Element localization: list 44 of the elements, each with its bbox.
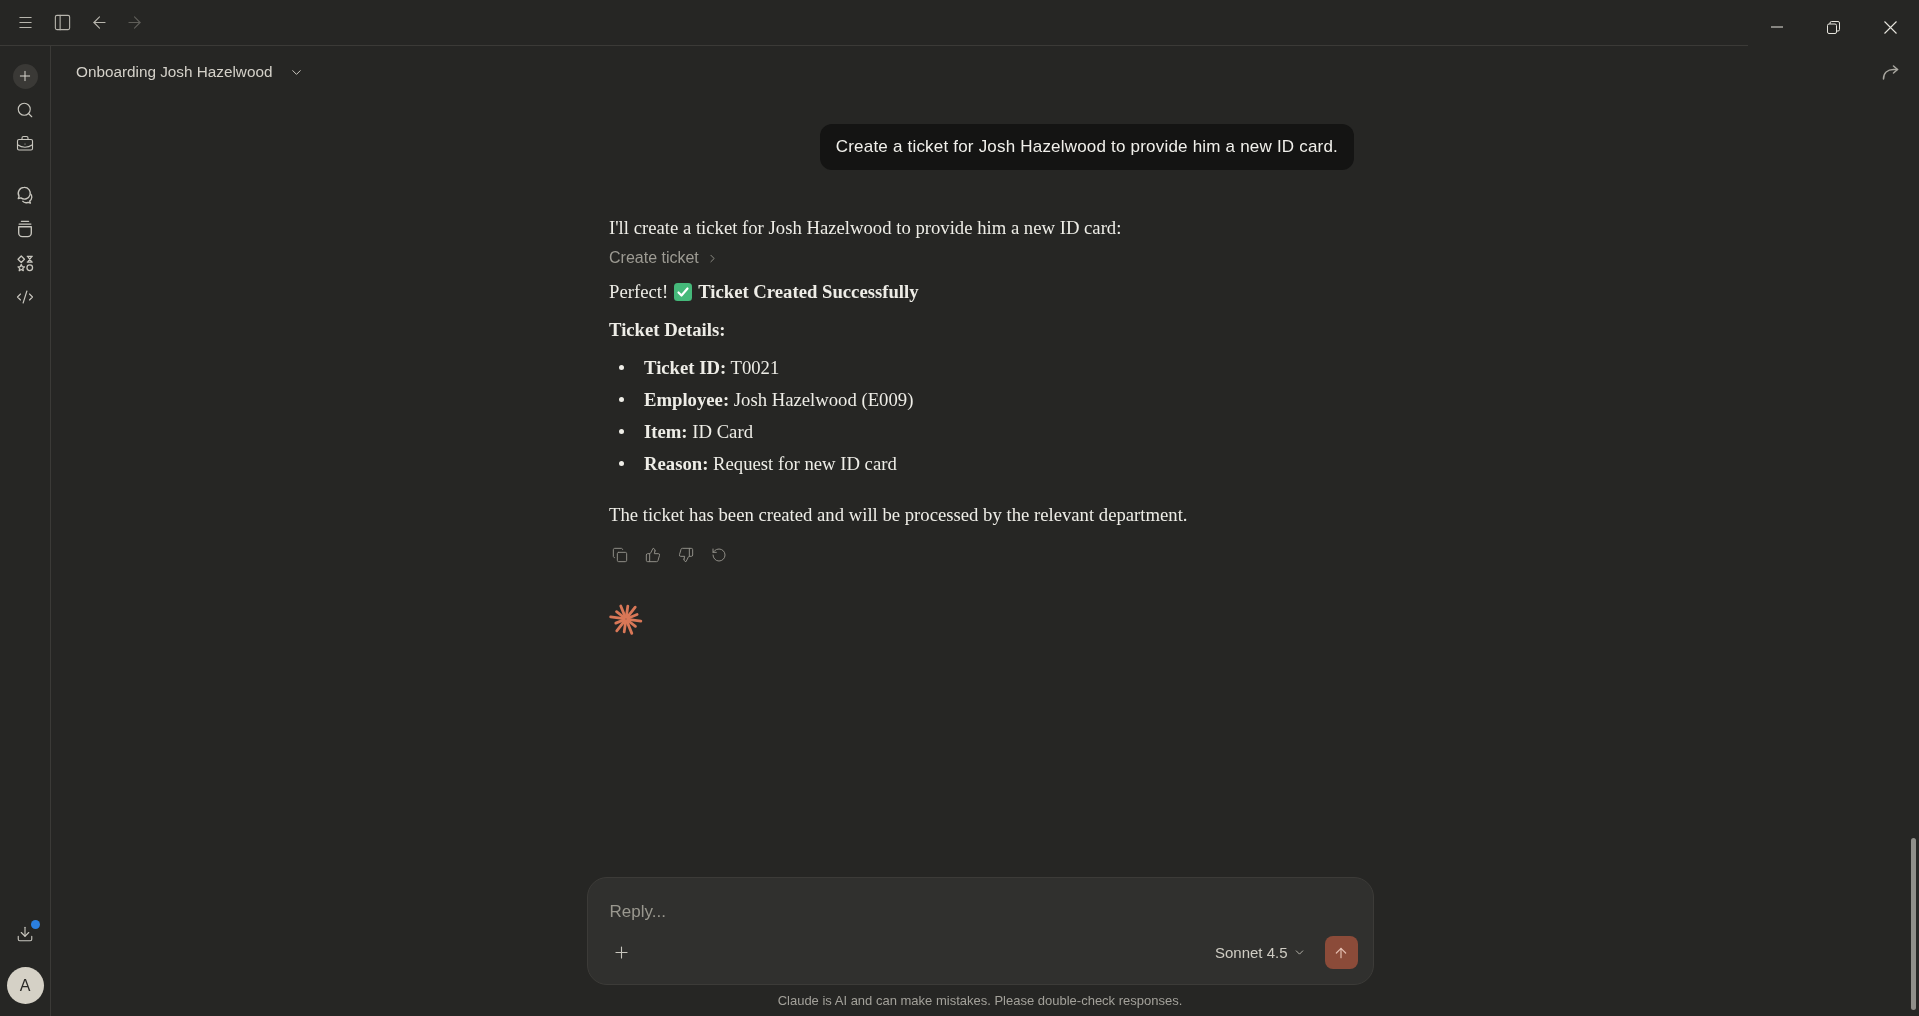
minimize-icon[interactable] — [1770, 26, 1783, 28]
stacked-box-icon[interactable] — [16, 220, 34, 238]
chat-title-menu[interactable]: Onboarding Josh Hazelwood — [76, 63, 305, 81]
message-text: I'll create a ticket for Josh Hazelwood to provide him a new ID card: — [609, 216, 1122, 240]
plus-icon — [17, 68, 33, 84]
new-chat-button[interactable] — [12, 63, 38, 89]
section-heading: Ticket Details: — [609, 318, 726, 342]
bullet-icon — [619, 365, 624, 370]
download-icon[interactable] — [16, 925, 34, 943]
restore-icon[interactable] — [1827, 20, 1840, 34]
disclaimer-text: Claude is AI and can make mistakes. Please double-check responses. — [777, 992, 1183, 1009]
user-avatar[interactable]: A — [6, 967, 44, 1004]
list-item-text: Ticket ID: T0021 — [644, 356, 780, 380]
status-title: Ticket Created Successfully — [698, 280, 919, 304]
list-item-text: Employee: Josh Hazelwood (E009) — [644, 388, 914, 412]
bullet-icon — [619, 429, 624, 434]
status-text: Perfect! — [609, 280, 669, 304]
reply-input[interactable]: Reply... — [609, 900, 1358, 924]
user-message: Create a ticket for Josh Hazelwood to provide him a new ID card. — [819, 124, 1354, 170]
scrollbar-thumb[interactable] — [1911, 838, 1916, 1010]
chat-bubbles-icon[interactable] — [16, 186, 34, 204]
search-icon[interactable] — [16, 101, 34, 119]
spark-icon — [609, 602, 643, 636]
sidebar-toggle-icon[interactable] — [53, 13, 72, 32]
message-text: The ticket has been created and will be processed by the relevant department. — [609, 503, 1188, 527]
close-icon[interactable] — [1884, 20, 1897, 34]
list-item-text: Item: ID Card — [644, 420, 753, 444]
bullet-icon — [619, 397, 624, 402]
menu-icon[interactable] — [17, 14, 34, 31]
model-selector[interactable]: Sonnet 4.5 — [1214, 944, 1306, 961]
thumbs-down-icon[interactable] — [678, 547, 694, 563]
code-icon[interactable] — [16, 288, 34, 306]
copy-icon[interactable] — [612, 547, 628, 563]
back-arrow-icon[interactable] — [90, 13, 109, 32]
thumbs-up-icon[interactable] — [645, 547, 661, 563]
list-item-text: Reason: Request for new ID card — [644, 452, 897, 476]
briefcase-icon[interactable] — [16, 135, 34, 153]
retry-icon[interactable] — [711, 547, 727, 563]
curved-arrow-icon[interactable] — [1881, 64, 1899, 80]
bullet-icon — [619, 461, 624, 466]
check-mark-icon — [674, 282, 693, 301]
plus-icon[interactable] — [612, 943, 631, 962]
shapes-grid-icon[interactable] — [16, 254, 34, 272]
tool-call-toggle[interactable]: Create ticket — [609, 247, 719, 269]
